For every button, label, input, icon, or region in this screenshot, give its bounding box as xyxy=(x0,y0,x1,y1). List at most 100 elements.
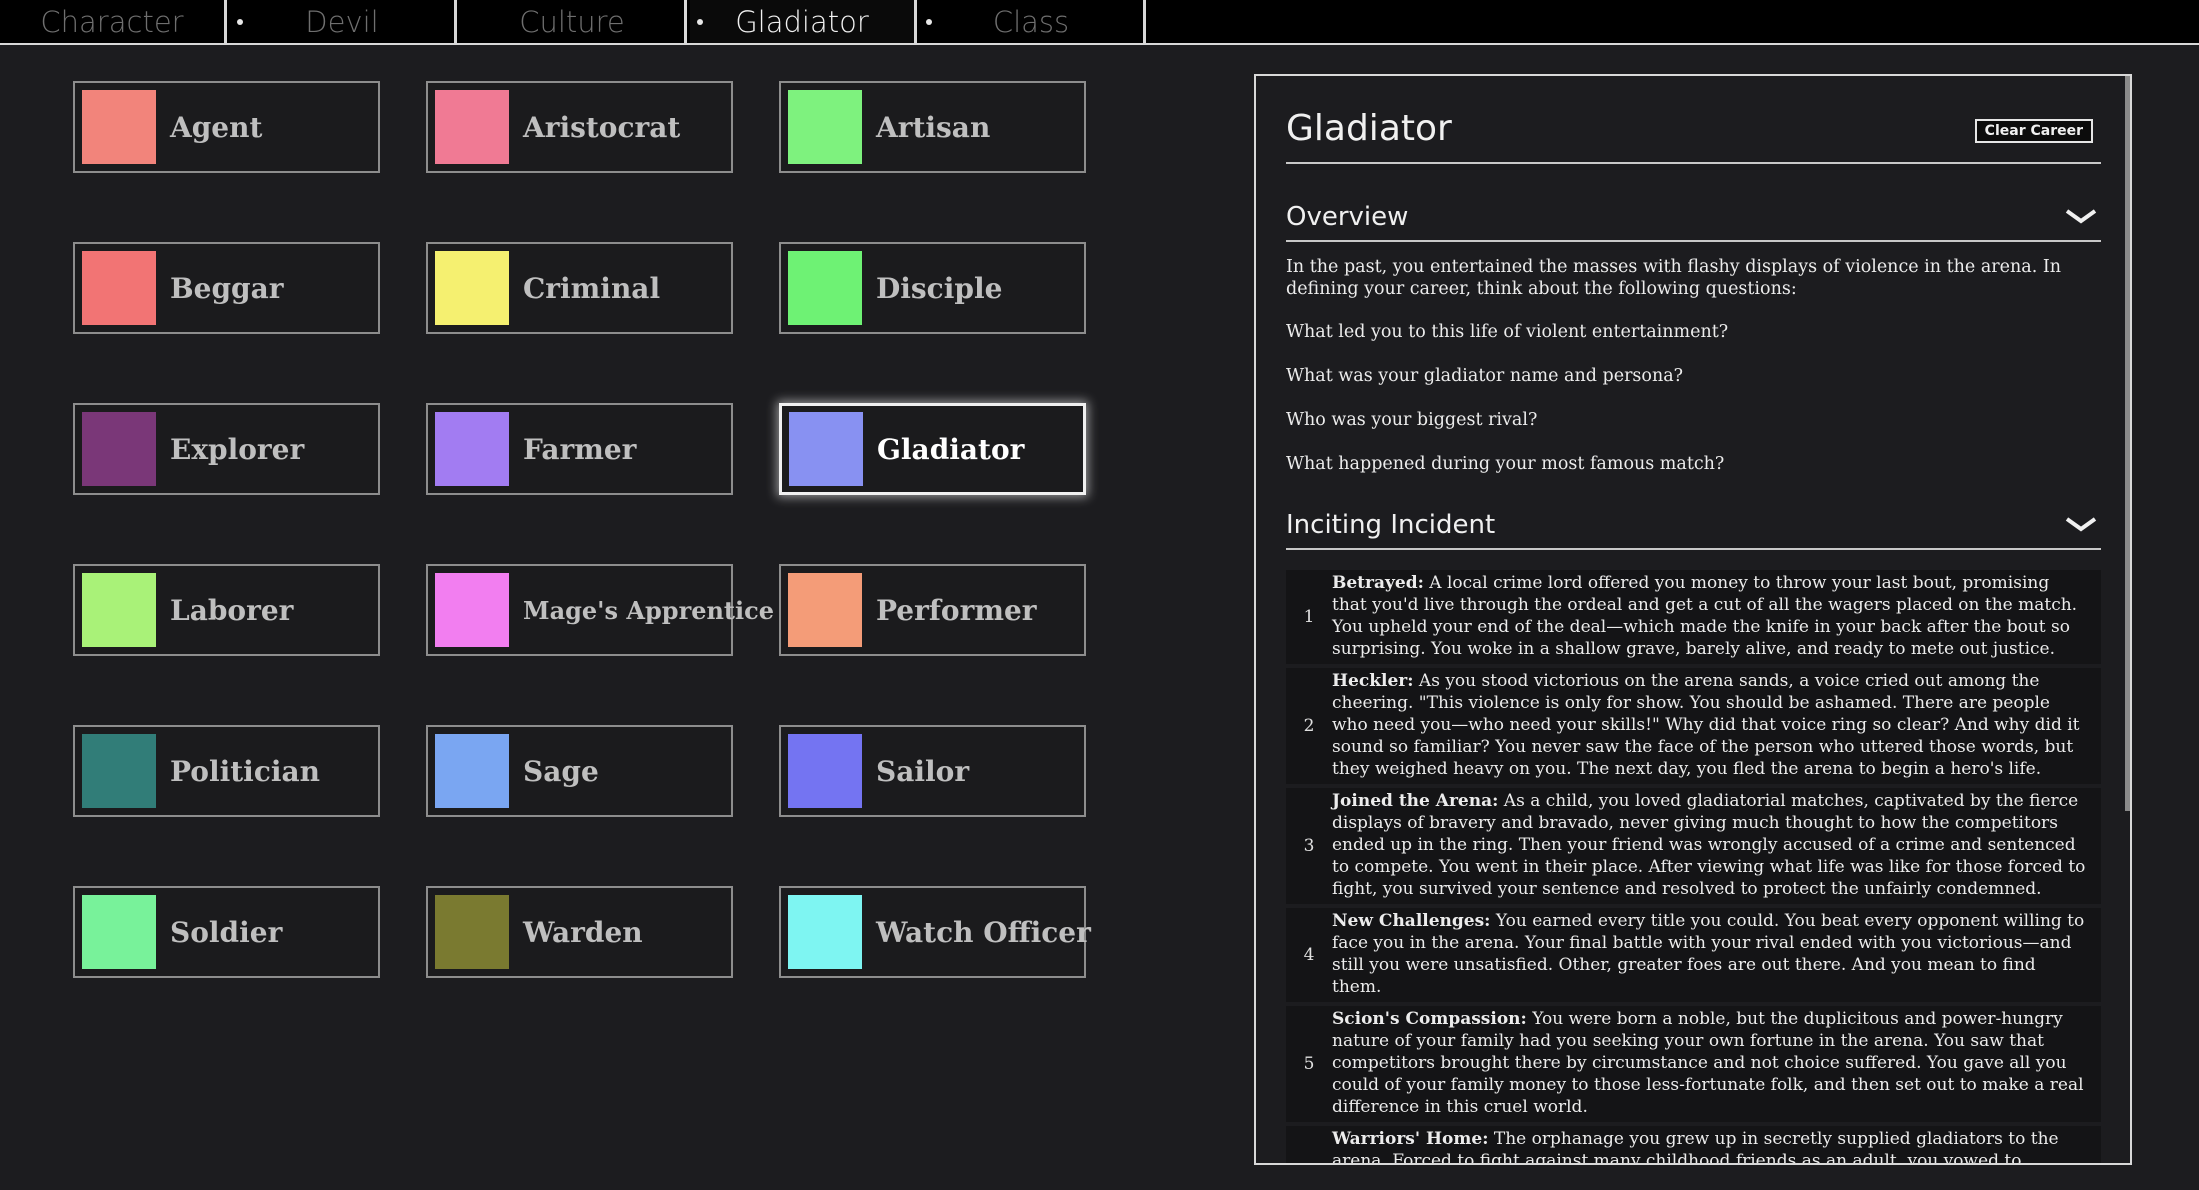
incident-title: Heckler: xyxy=(1332,671,1414,691)
career-color-swatch xyxy=(788,734,862,808)
overview-section-toggle[interactable]: Overview xyxy=(1286,198,2101,242)
career-label: Performer xyxy=(876,593,1037,627)
divider xyxy=(1286,162,2101,164)
career-option-farmer[interactable]: Farmer xyxy=(426,403,733,495)
incident-description: Joined the Arena: As a child, you loved … xyxy=(1332,788,2101,904)
career-label: Mage's Apprentice xyxy=(523,595,775,625)
inciting-incident-section-toggle[interactable]: Inciting Incident xyxy=(1286,506,2101,550)
career-option-disciple[interactable]: Disciple xyxy=(779,242,1086,334)
career-option-sailor[interactable]: Sailor xyxy=(779,725,1086,817)
career-color-swatch xyxy=(82,895,156,969)
career-option-explorer[interactable]: Explorer xyxy=(73,403,380,495)
table-row[interactable]: 4 New Challenges: You earned every title … xyxy=(1286,908,2101,1002)
career-option-laborer[interactable]: Laborer xyxy=(73,564,380,656)
career-color-swatch xyxy=(788,895,862,969)
incident-title: Scion's Compassion: xyxy=(1332,1009,1527,1029)
career-option-soldier[interactable]: Soldier xyxy=(73,886,380,978)
table-row[interactable]: 2 Heckler: As you stood victorious on the… xyxy=(1286,668,2101,784)
career-option-warden[interactable]: Warden xyxy=(426,886,733,978)
chevron-down-icon xyxy=(2065,517,2097,532)
career-label: Artisan xyxy=(876,110,991,144)
tab-label: Devil xyxy=(305,4,379,39)
career-color-swatch xyxy=(788,251,862,325)
career-option-sage[interactable]: Sage xyxy=(426,725,733,817)
incident-title: Joined the Arena: xyxy=(1332,791,1499,811)
career-color-swatch xyxy=(435,734,509,808)
career-color-swatch xyxy=(82,734,156,808)
incident-text: A local crime lord offered you money to … xyxy=(1332,573,2078,659)
tab-label: Class xyxy=(992,4,1070,39)
top-tab-bar: Character Devil Culture Gladiator Class xyxy=(0,0,2199,45)
career-color-swatch xyxy=(82,90,156,164)
career-label: Politician xyxy=(170,754,321,788)
career-option-aristocrat[interactable]: Aristocrat xyxy=(426,81,733,173)
row-number: 5 xyxy=(1303,1054,1315,1074)
career-color-swatch xyxy=(435,412,509,486)
career-option-gladiator[interactable]: Gladiator xyxy=(779,403,1086,495)
row-number: 6 xyxy=(1286,1163,1332,1165)
career-option-mage-s-apprentice[interactable]: Mage's Apprentice xyxy=(426,564,774,656)
career-color-swatch xyxy=(435,573,509,647)
career-label: Disciple xyxy=(876,271,1003,305)
incident-description: Heckler: As you stood victorious on the … xyxy=(1332,668,2101,784)
incident-description: New Challenges: You earned every title y… xyxy=(1332,908,2101,1002)
career-option-criminal[interactable]: Criminal xyxy=(426,242,733,334)
career-color-swatch xyxy=(435,251,509,325)
career-option-politician[interactable]: Politician xyxy=(73,725,380,817)
section-heading: Overview xyxy=(1286,202,1409,232)
incident-text: As you stood victorious on the arena san… xyxy=(1332,671,2080,779)
career-option-agent[interactable]: Agent xyxy=(73,81,380,173)
incident-description: Scion's Compassion: You were born a nobl… xyxy=(1332,1006,2101,1122)
tab-label: Gladiator xyxy=(735,4,869,39)
row-number: 3 xyxy=(1303,836,1315,856)
career-label: Soldier xyxy=(170,915,283,949)
overview-intro: In the past, you entertained the masses … xyxy=(1286,257,2061,299)
overview-question: What was your gladiator name and persona… xyxy=(1286,366,1684,386)
bullet-dot-icon xyxy=(697,19,703,25)
table-row[interactable]: 3 Joined the Arena: As a child, you loved… xyxy=(1286,788,2101,904)
career-color-swatch xyxy=(788,573,862,647)
tab-class[interactable]: Class xyxy=(919,0,1146,43)
table-row[interactable]: 5 Scion's Compassion: You were born a nob… xyxy=(1286,1006,2101,1122)
row-number: 1 xyxy=(1303,607,1315,627)
inciting-incident-table: 1 Betrayed: A local crime lord offered yo… xyxy=(1286,570,2101,1165)
career-color-swatch xyxy=(789,412,863,486)
career-label: Agent xyxy=(170,110,263,144)
career-label: Farmer xyxy=(523,432,637,466)
career-option-performer[interactable]: Performer xyxy=(779,564,1086,656)
career-color-swatch xyxy=(435,895,509,969)
chevron-down-icon xyxy=(2065,209,2097,224)
tab-gladiator[interactable]: Gladiator xyxy=(690,0,917,43)
tab-culture[interactable]: Culture xyxy=(460,0,687,43)
incident-title: Betrayed: xyxy=(1332,573,1424,593)
bullet-dot-icon xyxy=(926,19,932,25)
section-heading: Inciting Incident xyxy=(1286,510,1496,540)
career-color-swatch xyxy=(435,90,509,164)
tab-devil[interactable]: Devil xyxy=(230,0,457,43)
career-color-swatch xyxy=(82,251,156,325)
incident-description: Warriors' Home: The orphanage you grew u… xyxy=(1332,1126,2101,1163)
career-label: Watch Officer xyxy=(876,915,1091,949)
career-option-watch-officer[interactable]: Watch Officer xyxy=(779,886,1091,978)
career-label: Laborer xyxy=(170,593,294,627)
incident-title: Warriors' Home: xyxy=(1332,1129,1489,1149)
panel-scrollbar[interactable] xyxy=(2125,76,2130,811)
career-option-artisan[interactable]: Artisan xyxy=(779,81,1086,173)
career-label: Beggar xyxy=(170,271,284,305)
overview-question: Who was your biggest rival? xyxy=(1286,410,1538,430)
career-label: Criminal xyxy=(523,271,661,305)
career-color-swatch xyxy=(82,412,156,486)
table-row[interactable]: 1 Betrayed: A local crime lord offered yo… xyxy=(1286,570,2101,664)
career-label: Sailor xyxy=(876,754,970,788)
career-label: Explorer xyxy=(170,432,305,466)
incident-title: New Challenges: xyxy=(1332,911,1491,931)
career-label: Gladiator xyxy=(877,432,1025,466)
overview-question: What happened during your most famous ma… xyxy=(1286,454,1725,474)
tab-character[interactable]: Character xyxy=(0,0,227,43)
career-option-beggar[interactable]: Beggar xyxy=(73,242,380,334)
career-color-swatch xyxy=(788,90,862,164)
table-row[interactable]: 6Warriors' Home: The orphanage you grew … xyxy=(1286,1126,2101,1165)
row-number: 2 xyxy=(1303,716,1315,736)
row-number: 4 xyxy=(1303,945,1315,965)
clear-career-button[interactable]: Clear Career xyxy=(1974,119,2093,143)
